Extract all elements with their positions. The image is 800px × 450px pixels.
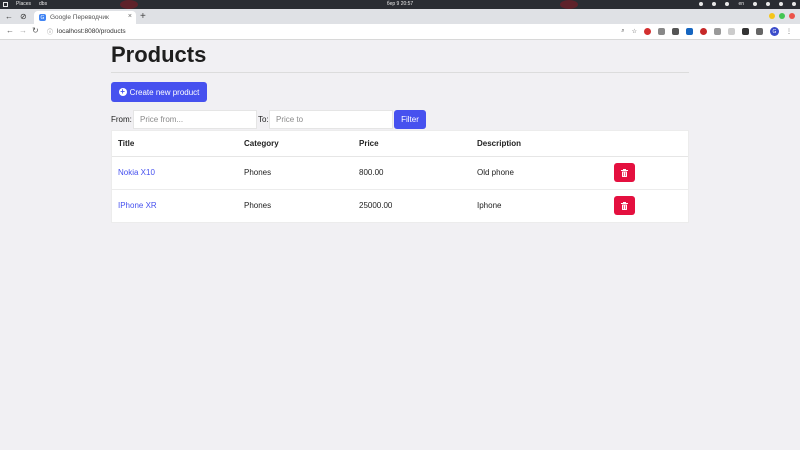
price-from-input[interactable]	[133, 110, 257, 129]
zoom-icon[interactable]: ⌕	[621, 28, 624, 35]
maximize-icon[interactable]	[779, 13, 785, 19]
table-header-row: Title Category Price Description	[112, 131, 688, 157]
tray-icon-2[interactable]	[712, 2, 717, 6]
page-content: Products + Create new product From: To: …	[0, 40, 800, 450]
column-header-actions	[608, 131, 688, 157]
window-controls	[769, 13, 795, 19]
bookmark-star-icon[interactable]: ☆	[632, 28, 637, 35]
profile-avatar[interactable]: G	[770, 27, 779, 36]
browser-menu-icon[interactable]: ⋮	[786, 28, 792, 35]
extension-icon-4[interactable]	[686, 28, 693, 35]
to-label: To:	[258, 115, 269, 124]
extension-opera-icon[interactable]	[644, 28, 651, 35]
table-row: IPhone XR Phones 25000.00 Iphone	[112, 189, 688, 222]
product-category: Phones	[238, 156, 353, 190]
price-filter-form: From: To: Filter	[111, 110, 689, 129]
create-product-button[interactable]: + Create new product	[111, 82, 207, 102]
minimize-icon[interactable]	[769, 13, 775, 19]
delete-product-button[interactable]	[614, 163, 635, 182]
delete-product-button[interactable]	[614, 196, 635, 216]
forward-icon[interactable]: →	[19, 26, 27, 35]
tab-title: Google Переводчик	[50, 14, 109, 21]
new-tab-icon[interactable]: +	[140, 11, 146, 22]
product-description: Old phone	[471, 156, 608, 190]
tab-back-icon[interactable]: ←	[5, 12, 13, 21]
network-icon[interactable]	[766, 2, 770, 6]
trash-icon	[621, 168, 628, 177]
extension-icon-7[interactable]	[728, 28, 735, 35]
create-product-label: Create new product	[129, 87, 200, 97]
products-table: Title Category Price Description Nokia X…	[111, 130, 689, 223]
product-description: Iphone	[477, 201, 502, 211]
extension-icon-8[interactable]	[742, 28, 749, 35]
column-header-category: Category	[238, 131, 353, 157]
plus-circle-icon: +	[118, 87, 127, 96]
close-tab-icon[interactable]: ×	[128, 13, 132, 20]
browser-tab-bar: ← ⊘ G Google Переводчик × +	[0, 9, 800, 24]
column-header-description: Description	[471, 131, 608, 157]
url-input[interactable]: ⓘ localhost:8080/products	[47, 26, 607, 37]
volume-icon[interactable]	[779, 2, 783, 6]
product-price: 800.00	[353, 156, 471, 190]
trash-icon	[621, 201, 628, 210]
extension-block-icon[interactable]	[700, 28, 707, 35]
close-window-icon[interactable]	[789, 13, 795, 19]
price-to-input[interactable]	[269, 110, 393, 129]
from-label: From:	[111, 115, 132, 124]
extension-camera-icon[interactable]	[714, 28, 721, 35]
address-bar-row: ← → ↻ ⓘ localhost:8080/products ⌕ ☆ G ⋮	[0, 24, 800, 40]
extension-icon-2[interactable]	[658, 28, 665, 35]
browser-tab[interactable]: G Google Переводчик ×	[34, 11, 136, 24]
tray-icon-3[interactable]	[725, 2, 730, 6]
filter-button[interactable]: Filter	[394, 110, 426, 129]
reload-icon[interactable]: ↻	[32, 26, 39, 35]
product-title-link[interactable]: IPhone XR	[118, 201, 157, 210]
power-icon[interactable]	[792, 2, 796, 6]
tray-icon-1[interactable]	[699, 2, 704, 6]
column-header-title: Title	[112, 131, 238, 157]
night-mode-icon[interactable]	[753, 2, 757, 6]
back-icon[interactable]: ←	[6, 26, 14, 35]
product-price: 25000.00	[359, 201, 393, 211]
site-info-icon[interactable]: ⓘ	[47, 27, 53, 36]
table-row: Nokia X10 Phones 800.00 Old phone	[112, 156, 688, 190]
page-title: Products	[111, 42, 207, 67]
clock[interactable]: бер 9 20:57	[0, 1, 800, 7]
os-top-bar: Places dbs бер 9 20:57 en	[0, 0, 800, 9]
product-category: Phones	[244, 201, 272, 211]
google-translate-icon: G	[39, 14, 46, 21]
keyboard-layout-indicator[interactable]: en	[738, 1, 744, 7]
tab-favicon-icon[interactable]: ⊘	[20, 12, 27, 21]
url-text: localhost:8080/products	[57, 28, 126, 35]
column-header-price: Price	[353, 131, 471, 157]
title-divider	[111, 72, 689, 73]
product-title-link[interactable]: Nokia X10	[118, 168, 155, 177]
extension-eyedropper-icon[interactable]	[672, 28, 679, 35]
extension-puzzle-icon[interactable]	[756, 28, 763, 35]
